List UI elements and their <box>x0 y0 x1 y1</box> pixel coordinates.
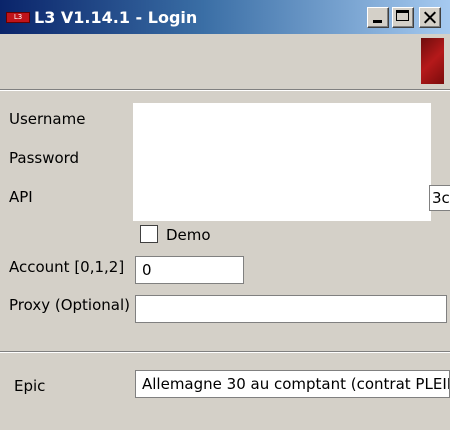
login-window: L3 L3 V1.14.1 - Login Username Password … <box>0 0 450 430</box>
account-label: Account [0,1,2] <box>9 258 125 276</box>
app-logo-icon: L3 <box>6 12 30 23</box>
window-title: L3 V1.14.1 - Login <box>34 8 198 27</box>
proxy-input[interactable] <box>135 295 447 323</box>
epic-label: Epic <box>14 377 46 395</box>
separator-top <box>0 89 450 91</box>
account-input[interactable]: 0 <box>135 256 244 284</box>
epic-input[interactable]: Allemagne 30 au comptant (contrat PLEIN <box>135 370 450 398</box>
maximize-button[interactable] <box>392 7 414 28</box>
separator-bottom <box>0 351 450 353</box>
api-label: API <box>9 188 33 206</box>
api-field[interactable]: 3c <box>429 185 450 211</box>
demo-checkbox[interactable] <box>140 225 158 243</box>
proxy-label: Proxy (Optional) <box>9 296 130 314</box>
minimize-button[interactable] <box>367 7 389 28</box>
title-bar[interactable]: L3 L3 V1.14.1 - Login <box>0 0 450 34</box>
brand-logo <box>421 38 444 84</box>
credentials-panel[interactable] <box>133 103 431 221</box>
password-label: Password <box>9 149 80 167</box>
demo-label[interactable]: Demo <box>166 226 211 244</box>
username-label: Username <box>9 110 86 128</box>
close-button[interactable] <box>419 7 441 28</box>
